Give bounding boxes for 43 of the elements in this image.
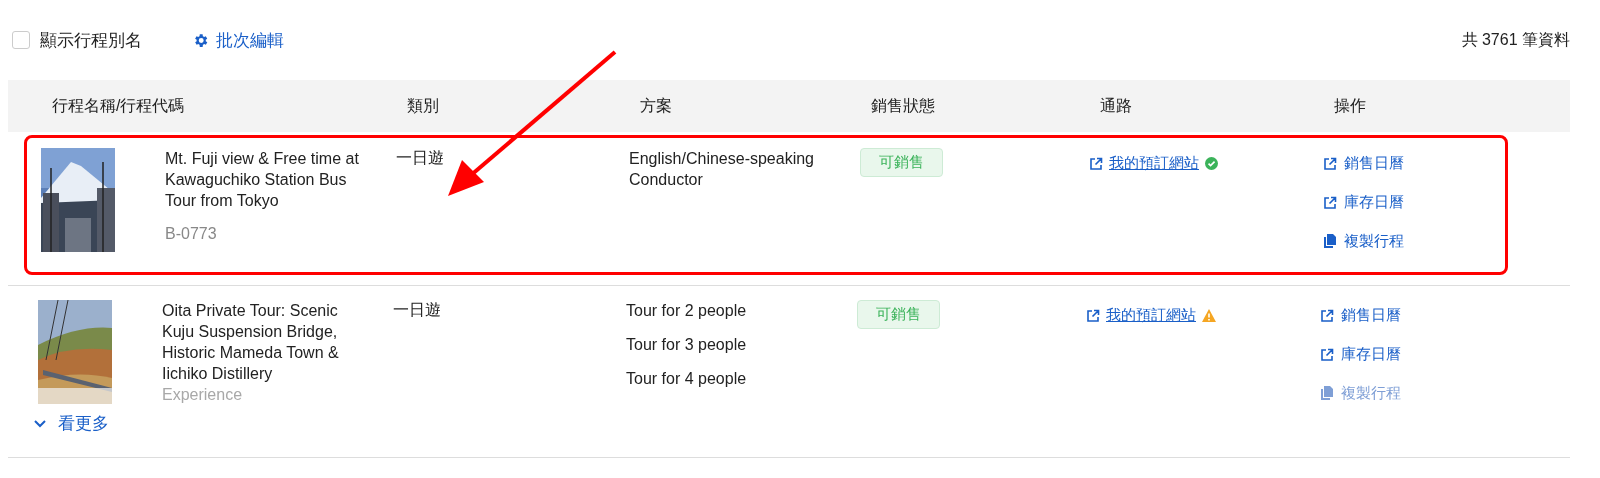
column-header: 銷售狀態 <box>870 95 936 116</box>
category: 一日遊 <box>393 300 442 320</box>
warning-icon <box>1202 309 1216 322</box>
external-link-icon <box>1089 156 1103 171</box>
action-link[interactable]: 庫存日曆 <box>1320 345 1570 364</box>
action-link[interactable]: 銷售日曆 <box>1320 306 1570 325</box>
column-header: 行程名稱/行程代碼 <box>51 95 186 116</box>
status-badge: 可銷售 <box>860 148 943 177</box>
show-alias-checkbox[interactable]: 顯示行程別名 <box>12 28 142 52</box>
checkbox-label: 顯示行程別名 <box>40 29 142 52</box>
external-link-icon <box>1320 347 1334 362</box>
see-more-link[interactable]: 看更多 <box>8 404 1570 457</box>
channel-link[interactable]: 我的預訂網站 <box>1086 306 1196 325</box>
tour-code: Experience <box>162 385 244 405</box>
copy-icon <box>1323 234 1337 249</box>
tour-name: Mt. Fuji view & Free time at Kawaguchiko Station Bus Tour from Tokyo <box>165 149 360 211</box>
tour-name: Oita Private Tour: Scenic Kuju Suspension Bridge, Historic Mameda Town & Iichiko Distillery <box>162 301 340 384</box>
plan-name: Tour for 4 people <box>626 369 748 389</box>
column-header: 操作 <box>1333 95 1367 116</box>
action-link[interactable]: 銷售日曆 <box>1323 154 1505 173</box>
checkbox[interactable] <box>12 31 30 49</box>
column-header: 方案 <box>639 95 673 116</box>
settings-icon <box>192 31 209 49</box>
action-link[interactable]: 庫存日曆 <box>1323 193 1505 212</box>
external-link-icon <box>1320 308 1334 323</box>
plan-name: Tour for 2 people <box>626 301 748 321</box>
column-header: 類別 <box>406 95 440 116</box>
external-link-icon <box>1323 156 1337 171</box>
plan-name: English/Chinese-speaking Conductor <box>629 149 815 190</box>
category: 一日遊 <box>396 148 445 168</box>
record-count: 共 3761 筆資料 <box>1461 29 1570 50</box>
tour-code: B-0773 <box>165 224 218 244</box>
plan-name: Tour for 3 people <box>626 335 748 355</box>
check-circle-icon <box>1205 157 1218 170</box>
chevron-down-icon <box>34 419 46 428</box>
copy-icon <box>1320 386 1334 401</box>
channel-link[interactable]: 我的預訂網站 <box>1089 154 1199 173</box>
status-badge: 可銷售 <box>857 300 940 329</box>
batch-edit-link[interactable]: 批次編輯 <box>192 28 284 52</box>
external-link-icon <box>1323 195 1337 210</box>
action-link[interactable]: 複製行程 <box>1323 232 1505 251</box>
column-header: 通路 <box>1099 95 1133 116</box>
external-link-icon <box>1086 308 1100 323</box>
